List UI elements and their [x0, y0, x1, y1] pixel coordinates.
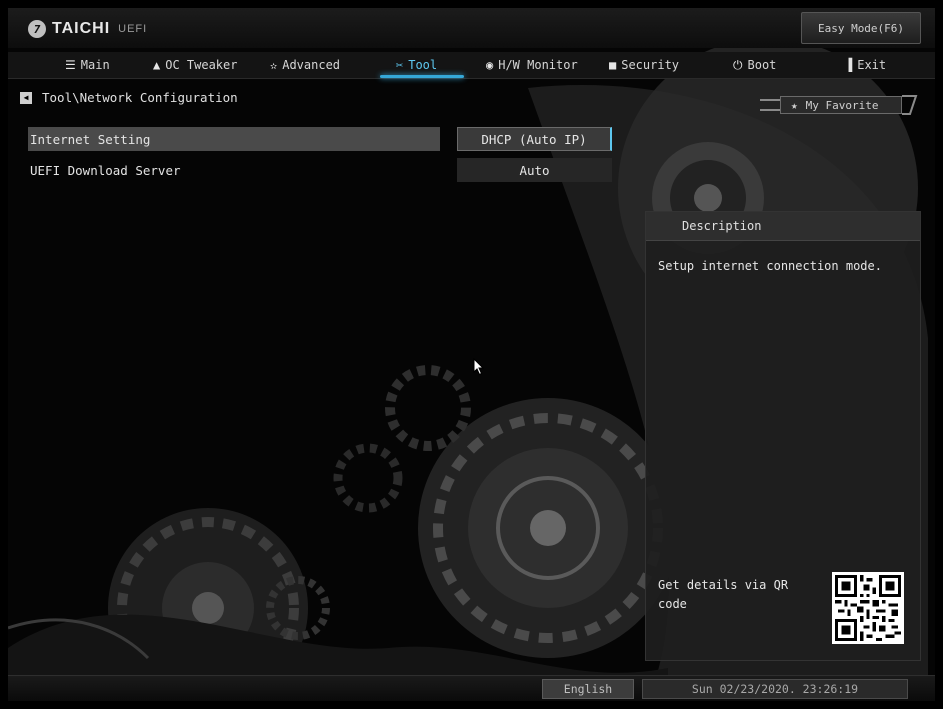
tab-main[interactable]: ☰ Main — [65, 52, 110, 78]
mouse-cursor-icon — [473, 358, 485, 376]
internet-setting-label: Internet Setting — [30, 131, 151, 147]
tab-security[interactable]: ■ Security — [609, 52, 679, 78]
qr-caption: Get details via QR code — [658, 578, 789, 611]
qr-code-icon — [832, 572, 904, 644]
brand-name: TAICHI — [52, 20, 111, 37]
taichi-emblem-icon: 7 — [28, 20, 46, 38]
internet-setting-row[interactable]: Internet Setting — [28, 127, 440, 151]
status-bar: English Sun 02/23/2020. 23:26:19 — [8, 675, 935, 701]
uefi-download-server-row[interactable]: UEFI Download Server — [28, 158, 440, 182]
description-header: Description — [682, 219, 762, 233]
list-icon: ☰ — [65, 58, 76, 72]
easy-mode-button[interactable]: Easy Mode(F6) — [801, 12, 921, 44]
tab-exit[interactable]: ▐ Exit — [845, 52, 886, 78]
power-icon: ⏻ — [733, 57, 743, 72]
internet-setting-value[interactable]: DHCP (Auto IP) — [457, 127, 612, 151]
title-bar: 7 TAICHI UEFI Easy Mode(F6) — [8, 8, 935, 48]
my-favorite-button[interactable]: ★ My Favorite — [760, 94, 918, 116]
main-nav: ☰ Main ▲ OC Tweaker ✫ Advanced ✂ Tool ◉ … — [8, 52, 935, 79]
monitor-icon: ◉ — [486, 58, 494, 72]
my-favorite-label: My Favorite — [805, 98, 879, 112]
tab-advanced[interactable]: ✫ Advanced — [270, 52, 340, 78]
datetime-display: Sun 02/23/2020. 23:26:19 — [642, 679, 908, 699]
brand-sub: UEFI — [118, 23, 148, 35]
uefi-download-server-label: UEFI Download Server — [30, 162, 181, 178]
language-button[interactable]: English — [542, 679, 634, 699]
tab-oc-tweaker[interactable]: ▲ OC Tweaker — [153, 52, 237, 78]
tool-icon: ✂ — [396, 58, 404, 72]
tab-hw-monitor[interactable]: ◉ H/W Monitor — [486, 52, 578, 78]
shield-icon: ■ — [609, 58, 617, 72]
description-text: Setup internet connection mode. — [658, 259, 882, 273]
exit-icon: ▐ — [845, 58, 853, 72]
description-panel: Description Setup internet connection mo… — [645, 211, 921, 661]
breadcrumb-path: Tool\Network Configuration — [42, 90, 238, 105]
bios-window: 7 TAICHI UEFI Easy Mode(F6) ☰ Main ▲ OC … — [8, 8, 935, 701]
active-tab-indicator — [380, 75, 464, 78]
taichi-logo: 7 TAICHI UEFI — [28, 20, 147, 38]
uefi-download-server-value[interactable]: Auto — [457, 158, 612, 182]
back-button[interactable]: ◀ — [20, 91, 32, 104]
warning-icon: ▲ — [153, 58, 161, 72]
tab-boot[interactable]: ⏻ Boot — [733, 52, 776, 78]
breadcrumb: ◀ Tool\Network Configuration — [20, 90, 238, 105]
star-icon: ✫ — [270, 58, 278, 72]
back-arrow-icon: ◀ — [23, 93, 29, 102]
favorite-star-icon: ★ — [791, 98, 798, 112]
